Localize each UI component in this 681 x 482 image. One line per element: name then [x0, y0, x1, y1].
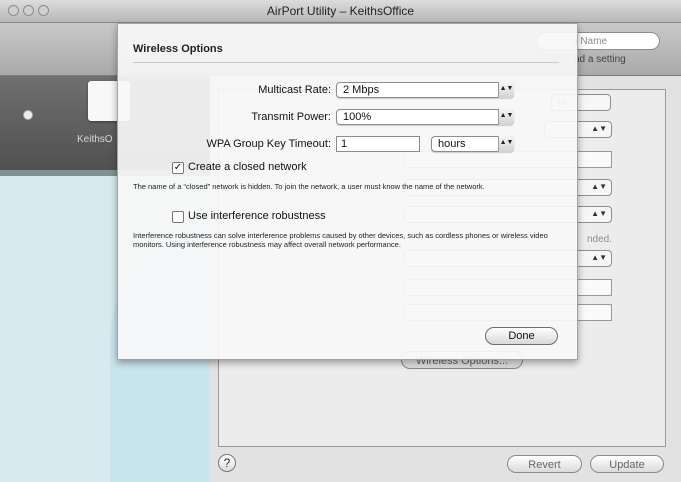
popup-arrows-icon: ▲▼	[498, 136, 514, 152]
transmit-power-popup[interactable]: 100% ▲▼	[336, 109, 514, 125]
wpa-timeout-unit-popup[interactable]: hours ▲▼	[431, 136, 514, 152]
sheet-title: Wireless Options	[133, 43, 223, 55]
help-button[interactable]: ?	[218, 454, 236, 472]
window-title: AirPort Utility – KeithsOffice	[266, 4, 415, 18]
multicast-rate-label: Multicast Rate:	[258, 84, 331, 96]
background-side-text: nded.	[587, 234, 613, 245]
done-button[interactable]: Done	[485, 327, 558, 345]
closed-network-note: The name of a “closed” network is hidden…	[133, 182, 485, 191]
closed-network-checkbox[interactable]: ✓	[172, 162, 184, 174]
closed-network-label[interactable]: Create a closed network	[188, 161, 307, 173]
revert-button[interactable]: Revert	[507, 455, 582, 473]
popup-arrows-icon: ▲▼	[498, 109, 514, 125]
search-hint: nd a setting	[574, 54, 626, 65]
update-button[interactable]: Update	[590, 455, 664, 473]
wireless-options-sheet: Wireless Options Multicast Rate: 2 Mbps …	[117, 23, 578, 360]
interference-robustness-note: Interference robustness can solve interf…	[133, 231, 548, 249]
popup-arrows-icon: ▲▼	[498, 82, 514, 98]
interference-robustness-label[interactable]: Use interference robustness	[188, 210, 326, 222]
sheet-divider	[133, 62, 559, 63]
main-window: AirPort Utility – KeithsOffice g Name nd…	[0, 0, 681, 482]
multicast-rate-popup[interactable]: 2 Mbps ▲▼	[336, 82, 514, 98]
interference-robustness-checkbox[interactable]	[172, 211, 184, 223]
transmit-power-label: Transmit Power:	[251, 111, 331, 123]
status-dot-icon	[23, 110, 33, 120]
wpa-timeout-label: WPA Group Key Timeout:	[206, 138, 331, 150]
device-label: KeithsO	[77, 134, 113, 145]
title-bar: AirPort Utility – KeithsOffice	[0, 0, 681, 23]
wpa-timeout-input[interactable]: 1	[336, 136, 420, 152]
